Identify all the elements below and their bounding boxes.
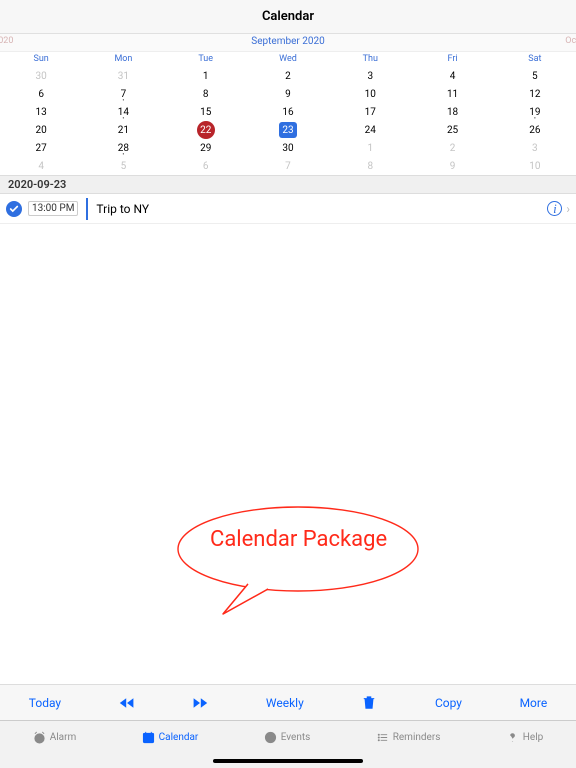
day-header: Sun (0, 54, 82, 64)
calendar-day[interactable]: 30 (0, 67, 82, 85)
calendar-day[interactable]: 29 (165, 139, 247, 157)
calendar-day[interactable]: 21 (82, 121, 164, 139)
bottom-toolbar: Today Weekly Copy More (0, 684, 576, 720)
calendar-day[interactable]: 1 (165, 67, 247, 85)
help-icon (506, 731, 519, 744)
day-header: Thu (329, 54, 411, 64)
more-button[interactable]: More (520, 696, 548, 710)
calendar-day[interactable]: 10 (494, 157, 576, 175)
event-checkmark-icon[interactable] (6, 201, 22, 217)
calendar-grid: SunMonTueWedThuFriSat 30311234567•891011… (0, 52, 576, 175)
day-header: Wed (247, 54, 329, 64)
calendar-day[interactable]: 28• (82, 139, 164, 157)
calendar-day[interactable]: 9 (247, 85, 329, 103)
selected-date-header: 2020-09-23 (0, 175, 576, 194)
calendar-day[interactable]: 2 (411, 139, 493, 157)
tab-calendar[interactable]: Calendar (142, 731, 199, 744)
calendar-day[interactable]: 27 (0, 139, 82, 157)
trash-icon (361, 696, 377, 710)
tab-bar: Alarm Calendar Events Reminders Help (0, 720, 576, 754)
event-title: Trip to NY (96, 202, 547, 216)
calendar-day[interactable]: 15 (165, 103, 247, 121)
next-month-label: Octobe (565, 36, 576, 46)
forward-icon (192, 696, 208, 710)
today-button[interactable]: Today (29, 696, 61, 710)
calendar-day[interactable]: 14• (82, 103, 164, 121)
calendar-day[interactable]: 6 (165, 157, 247, 175)
current-month-label: September 2020 (251, 36, 324, 47)
calendar-day[interactable]: 3 (494, 139, 576, 157)
month-selector[interactable]: t 2020 September 2020 Octobe (0, 34, 576, 52)
chevron-right-icon[interactable]: › (566, 202, 570, 216)
event-time: 13:00 PM (28, 201, 78, 216)
calendar-day[interactable]: 25 (411, 121, 493, 139)
annotation-text: Calendar Package (210, 527, 387, 552)
calendar-day[interactable]: 23 (247, 121, 329, 139)
calendar-day[interactable]: 31 (82, 67, 164, 85)
alarm-icon (33, 731, 46, 744)
content-area: Calendar Package (0, 224, 576, 684)
event-color-bar (86, 198, 88, 220)
calendar-day[interactable]: 22 (165, 121, 247, 139)
annotation-bubble: Calendar Package (168, 499, 428, 589)
calendar-day[interactable]: 5 (494, 67, 576, 85)
calendar-day[interactable]: 18 (411, 103, 493, 121)
calendar-day[interactable]: 7 (247, 157, 329, 175)
rewind-icon (119, 696, 135, 710)
copy-button[interactable]: Copy (435, 696, 462, 710)
reminders-icon (376, 731, 389, 744)
calendar-day[interactable]: 2 (247, 67, 329, 85)
page-title: Calendar (262, 9, 314, 24)
calendar-day[interactable]: 13 (0, 103, 82, 121)
home-indicator[interactable] (0, 754, 576, 768)
calendar-day[interactable]: 10 (329, 85, 411, 103)
weekly-button[interactable]: Weekly (266, 696, 304, 710)
calendar-day[interactable]: 12 (494, 85, 576, 103)
tab-reminders[interactable]: Reminders (376, 731, 441, 744)
calendar-day[interactable]: 20 (0, 121, 82, 139)
calendar-day[interactable]: 8 (329, 157, 411, 175)
calendar-day[interactable]: 30 (247, 139, 329, 157)
calendar-day[interactable]: 1 (329, 139, 411, 157)
title-bar: Calendar (0, 0, 576, 34)
calendar-day[interactable]: 19• (494, 103, 576, 121)
calendar-day[interactable]: 8 (165, 85, 247, 103)
calendar-day[interactable]: 16 (247, 103, 329, 121)
day-header: Sat (494, 54, 576, 64)
calendar-day[interactable]: 11 (411, 85, 493, 103)
calendar-day[interactable]: 9 (411, 157, 493, 175)
calendar-day[interactable]: 17 (329, 103, 411, 121)
tab-help[interactable]: Help (506, 731, 543, 744)
forward-button[interactable] (192, 696, 208, 710)
info-icon[interactable]: i (547, 201, 562, 216)
calendar-day[interactable]: 7• (82, 85, 164, 103)
calendar-day[interactable]: 4 (411, 67, 493, 85)
prev-month-label: t 2020 (0, 36, 13, 46)
day-header: Tue (165, 54, 247, 64)
calendar-day[interactable]: 5 (82, 157, 164, 175)
calendar-day[interactable]: 3 (329, 67, 411, 85)
calendar-day[interactable]: 24 (329, 121, 411, 139)
event-row[interactable]: 13:00 PM Trip to NY i › (0, 194, 576, 224)
day-header: Fri (411, 54, 493, 64)
day-header: Mon (82, 54, 164, 64)
tab-alarm[interactable]: Alarm (33, 731, 77, 744)
calendar-day[interactable]: 4 (0, 157, 82, 175)
events-icon (264, 731, 277, 744)
tab-events[interactable]: Events (264, 731, 311, 744)
trash-button[interactable] (361, 696, 377, 710)
calendar-day[interactable]: 26 (494, 121, 576, 139)
rewind-button[interactable] (119, 696, 135, 710)
calendar-day[interactable]: 6 (0, 85, 82, 103)
calendar-icon (142, 731, 155, 744)
